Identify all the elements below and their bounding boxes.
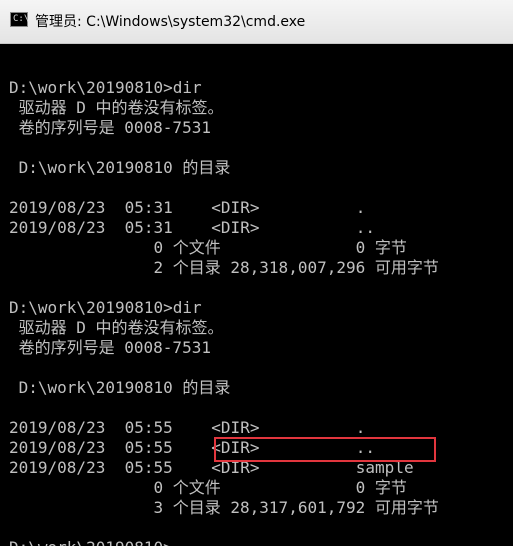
console-text: D:\work\20190810>dir 驱动器 D 中的卷没有标签。 卷的序列…: [9, 58, 439, 546]
console-line: 3 个目录 28,317,601,792 可用字节: [9, 498, 439, 517]
console-line: D:\work\20190810>dir: [9, 78, 202, 97]
console-line: D:\work\20190810 的目录: [9, 158, 231, 177]
console-line: 0 个文件 0 字节: [9, 238, 407, 257]
console-line: 2 个目录 28,318,007,296 可用字节: [9, 258, 439, 277]
console-line: D:\work\20190810>dir: [9, 298, 202, 317]
console-line: 驱动器 D 中的卷没有标签。: [9, 318, 224, 337]
console-line: 卷的序列号是 0008-7531: [9, 118, 211, 137]
console-line: 卷的序列号是 0008-7531: [9, 338, 211, 357]
console-icon[interactable]: C:\: [10, 12, 29, 27]
console-line: 2019/08/23 05:31 <DIR> .: [9, 198, 366, 217]
console-line: D:\work\20190810>: [9, 538, 439, 546]
console-line: 驱动器 D 中的卷没有标签。: [9, 98, 224, 117]
console-line: 2019/08/23 05:55 <DIR> .: [9, 418, 366, 437]
cmd-window: C:\ 管理员: C:\Windows\system32\cmd.exe D:\…: [0, 0, 513, 546]
console-output[interactable]: D:\work\20190810>dir 驱动器 D 中的卷没有标签。 卷的序列…: [0, 44, 513, 546]
console-line: D:\work\20190810 的目录: [9, 378, 231, 397]
title-bar[interactable]: C:\ 管理员: C:\Windows\system32\cmd.exe: [0, 0, 513, 44]
highlight-box: [214, 437, 436, 462]
window-title: 管理员: C:\Windows\system32\cmd.exe: [35, 14, 306, 30]
console-line: 2019/08/23 05:31 <DIR> ..: [9, 218, 376, 237]
console-line: 0 个文件 0 字节: [9, 478, 407, 497]
